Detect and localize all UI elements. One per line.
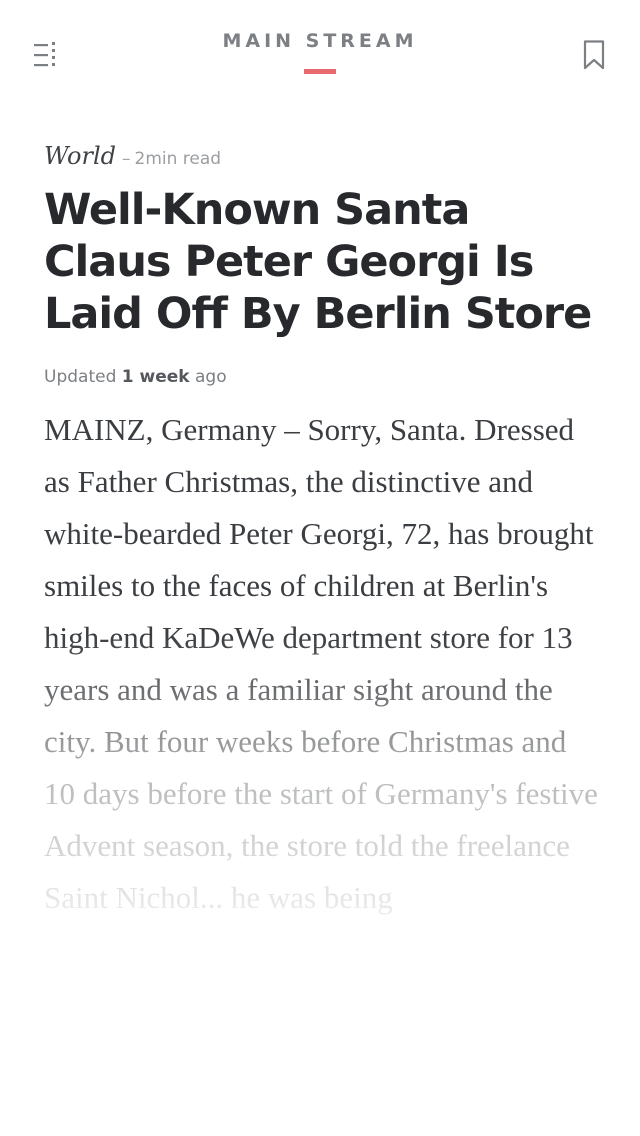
active-tab-indicator bbox=[304, 69, 336, 74]
article-body: MAINZ, Germany – Sorry, Santa. Dressed a… bbox=[44, 412, 598, 915]
article-meta: World –2min read bbox=[44, 138, 600, 174]
updated-suffix: ago bbox=[195, 367, 227, 387]
top-bar: MAIN STREAM bbox=[0, 0, 640, 100]
updated-value: 1 week bbox=[121, 367, 190, 387]
bookmark-icon bbox=[583, 40, 605, 70]
meta-separator: – bbox=[122, 149, 131, 169]
bookmark-button[interactable] bbox=[583, 40, 605, 70]
updated-prefix: Updated bbox=[44, 367, 117, 387]
article-headline: Well-Known Santa Claus Peter Georgi Is L… bbox=[44, 185, 592, 339]
stream-title[interactable]: MAIN STREAM bbox=[0, 30, 640, 52]
article: World –2min read Well-Known Santa Claus P… bbox=[44, 138, 600, 1004]
updated-timestamp: Updated 1 week ago bbox=[44, 366, 600, 388]
read-time: 2min read bbox=[134, 149, 222, 169]
category-label[interactable]: World bbox=[44, 142, 116, 170]
